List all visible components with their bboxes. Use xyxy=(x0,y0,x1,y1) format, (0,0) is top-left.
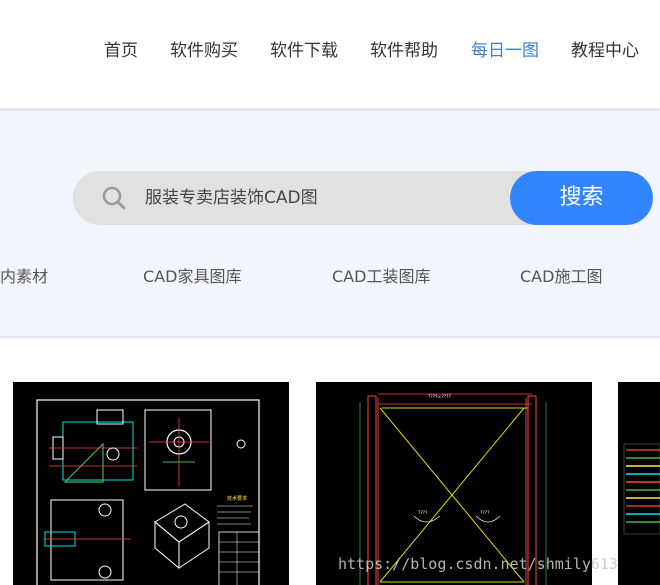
category-link-cad-commercial[interactable]: CAD工装图库 xyxy=(332,263,430,287)
watermark: https://blog.csdn.net/shmily613 xyxy=(338,555,618,573)
nav-item-home[interactable]: 首页 xyxy=(104,36,138,61)
search-icon xyxy=(101,185,127,211)
nav-item-software-help[interactable]: 软件帮助 xyxy=(370,36,438,61)
page: 首页 软件购买 软件下载 软件帮助 每日一图 教程中心 服装专卖店装饰CAD图 … xyxy=(0,0,660,585)
search-band: 服装专卖店装饰CAD图 搜索 室内素材 CAD家具图库 CAD工装图库 CAD施… xyxy=(0,108,660,338)
category-link-interior-materials[interactable]: 室内素材 xyxy=(0,263,48,287)
nav-item-tutorial-center[interactable]: 教程中心 xyxy=(571,36,639,61)
search-box: 服装专卖店装饰CAD图 搜索 xyxy=(73,171,653,225)
category-link-cad-furniture[interactable]: CAD家具图库 xyxy=(143,263,241,287)
svg-text:????×????: ????×???? xyxy=(428,394,451,400)
drawing-thumbnail-1[interactable]: 技术要求 xyxy=(13,382,289,585)
nav-item-software-purchase[interactable]: 软件购买 xyxy=(170,36,238,61)
svg-text:技术要求: 技术要求 xyxy=(227,495,247,502)
svg-text:????: ???? xyxy=(418,510,428,516)
category-link-cad-construction[interactable]: CAD施工图 xyxy=(520,263,602,287)
search-button[interactable]: 搜索 xyxy=(510,171,653,225)
top-nav: 首页 软件购买 软件下载 软件帮助 每日一图 教程中心 xyxy=(0,0,660,108)
nav-item-software-download[interactable]: 软件下载 xyxy=(270,36,338,61)
drawing-thumbnail-3[interactable] xyxy=(618,382,660,585)
svg-text:????: ???? xyxy=(480,510,490,516)
search-input[interactable]: 服装专卖店装饰CAD图 xyxy=(145,171,318,225)
nav-item-daily-drawing[interactable]: 每日一图 xyxy=(471,36,539,61)
